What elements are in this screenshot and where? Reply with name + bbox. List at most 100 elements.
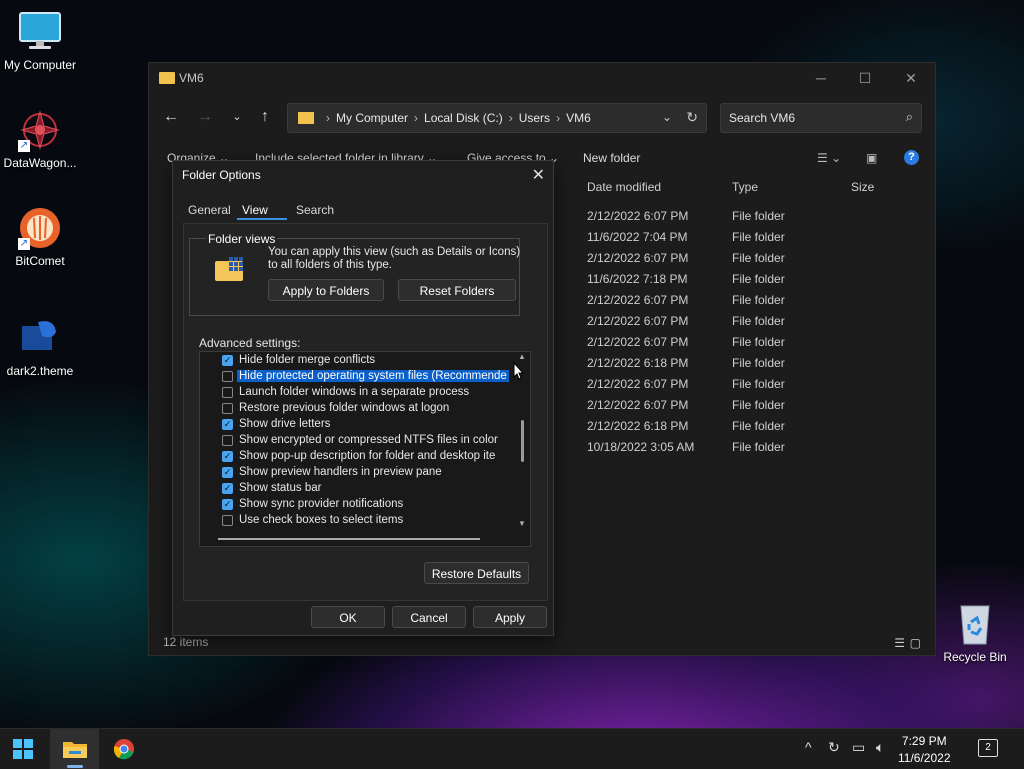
ok-button[interactable]: OK: [311, 606, 385, 628]
help-icon[interactable]: ?: [904, 150, 919, 165]
row-date: 11/6/2022 7:18 PM: [587, 272, 688, 286]
chrome-icon[interactable]: [113, 738, 135, 763]
list-item[interactable]: ✓ Show preview handlers in preview pane: [222, 466, 517, 481]
cancel-button[interactable]: Cancel: [392, 606, 466, 628]
tab-view[interactable]: View: [242, 203, 268, 217]
column-header-size[interactable]: Size: [851, 180, 874, 194]
search-icon: ⌕: [905, 109, 913, 124]
checkbox[interactable]: [222, 515, 233, 526]
checkbox[interactable]: ✓: [222, 419, 233, 430]
table-row[interactable]: 2/12/2022 6:07 PM File folder: [587, 289, 927, 310]
desktop-icon-datawagon[interactable]: ↗ DataWagon...: [0, 108, 80, 170]
table-row[interactable]: 11/6/2022 7:18 PM File folder: [587, 268, 927, 289]
checkbox[interactable]: [222, 435, 233, 446]
list-item[interactable]: ✓ Show sync provider notifications: [222, 498, 517, 513]
apply-to-folders-button[interactable]: Apply to Folders: [268, 279, 384, 301]
breadcrumb-item[interactable]: Local Disk (C:): [424, 111, 503, 125]
desktop-icon-bitcomet[interactable]: ↗ BitComet: [0, 206, 80, 268]
desktop-icon-recycle-bin[interactable]: Recycle Bin: [935, 602, 1015, 664]
scroll-down-icon[interactable]: ▼: [518, 519, 526, 528]
checkbox[interactable]: ✓: [222, 499, 233, 510]
folder-icon: [159, 72, 175, 84]
list-item[interactable]: ✓ Hide folder merge conflicts: [222, 354, 517, 369]
advanced-settings-label: Advanced settings:: [199, 336, 301, 350]
breadcrumb-item[interactable]: My Computer: [336, 111, 408, 125]
setting-label: Restore previous folder windows at logon: [239, 402, 450, 414]
checkbox[interactable]: [222, 403, 233, 414]
checkbox[interactable]: [222, 387, 233, 398]
table-row[interactable]: 2/12/2022 6:07 PM File folder: [587, 247, 927, 268]
sync-icon[interactable]: ↻: [828, 739, 840, 756]
minimize-button[interactable]: ─: [811, 69, 831, 87]
list-item[interactable]: ✓ Show drive letters: [222, 418, 517, 433]
apply-button[interactable]: Apply: [473, 606, 547, 628]
advanced-settings-list[interactable]: ✓ Hide folder merge conflicts Hide protect…: [199, 351, 531, 547]
close-icon[interactable]: ✕: [532, 165, 545, 185]
volume-icon[interactable]: 🔈︎: [876, 739, 884, 756]
table-row[interactable]: 2/12/2022 6:07 PM File folder: [587, 205, 927, 226]
windows-start-icon[interactable]: [13, 739, 33, 762]
row-type: File folder: [732, 419, 785, 433]
breadcrumb-item[interactable]: VM6: [566, 111, 591, 125]
clock-date: 11/6/2022: [898, 751, 951, 765]
address-bar[interactable]: › My Computer › Local Disk (C:) › Users …: [287, 103, 707, 133]
column-header-type[interactable]: Type: [732, 180, 758, 194]
checkbox[interactable]: [222, 371, 233, 382]
recent-chevron-icon[interactable]: ⌄: [227, 107, 247, 127]
table-row[interactable]: 11/6/2022 7:04 PM File folder: [587, 226, 927, 247]
table-row[interactable]: 10/18/2022 3:05 AM File folder: [587, 436, 927, 457]
close-button[interactable]: ✕: [901, 69, 921, 87]
forward-arrow-icon[interactable]: →: [195, 107, 215, 127]
breadcrumb: › My Computer › Local Disk (C:) › Users …: [320, 111, 591, 125]
tiles-view-icon[interactable]: ▢: [910, 636, 921, 650]
notifications-icon[interactable]: 2: [978, 739, 998, 757]
list-item[interactable]: Hide protected operating system files (R…: [222, 370, 517, 385]
restore-defaults-button[interactable]: Restore Defaults: [424, 562, 529, 584]
horizontal-scrollbar[interactable]: [218, 538, 480, 540]
list-item[interactable]: ✓ Show pop-up description for folder and …: [222, 450, 517, 465]
desktop-icon-dark2-theme[interactable]: dark2.theme: [0, 316, 80, 378]
desktop-icon-my-computer[interactable]: My Computer: [0, 10, 80, 72]
taskbar-clock[interactable]: 7:29 PM 11/6/2022: [898, 733, 951, 767]
table-row[interactable]: 2/12/2022 6:07 PM File folder: [587, 373, 927, 394]
reset-folders-button[interactable]: Reset Folders: [398, 279, 516, 301]
checkbox[interactable]: ✓: [222, 451, 233, 462]
table-row[interactable]: 2/12/2022 6:18 PM File folder: [587, 415, 927, 436]
list-item[interactable]: Use check boxes to select items: [222, 514, 517, 529]
table-row[interactable]: 2/12/2022 6:07 PM File folder: [587, 394, 927, 415]
list-item[interactable]: Launch folder windows in a separate proc…: [222, 386, 517, 401]
setting-label: Show drive letters: [239, 418, 331, 430]
scrollbar-thumb[interactable]: [521, 420, 524, 462]
list-item[interactable]: Show encrypted or compressed NTFS files …: [222, 434, 517, 449]
checkbox[interactable]: ✓: [222, 355, 233, 366]
chevron-up-icon[interactable]: ^: [805, 739, 812, 755]
refresh-icon[interactable]: ↻: [686, 109, 698, 126]
network-icon[interactable]: ▭: [852, 739, 865, 756]
tab-general[interactable]: General: [188, 203, 231, 217]
explorer-titlebar[interactable]: VM6 ─ ☐ ✕: [149, 63, 935, 93]
scroll-up-icon[interactable]: ▲: [518, 352, 526, 361]
column-header-date[interactable]: Date modified: [587, 180, 661, 194]
theme-file-icon: [18, 316, 62, 360]
table-row[interactable]: 2/12/2022 6:18 PM File folder: [587, 352, 927, 373]
preview-pane-icon[interactable]: ▣: [866, 151, 877, 165]
details-view-icon[interactable]: ☰: [894, 636, 905, 650]
taskbar-file-explorer[interactable]: [50, 729, 99, 769]
back-arrow-icon[interactable]: ←: [161, 107, 181, 127]
maximize-button[interactable]: ☐: [855, 69, 875, 87]
row-type: File folder: [732, 209, 785, 223]
chevron-down-icon[interactable]: ⌄: [662, 110, 672, 124]
tab-search[interactable]: Search: [296, 203, 334, 217]
list-item[interactable]: Restore previous folder windows at logon: [222, 402, 517, 417]
checkbox[interactable]: ✓: [222, 467, 233, 478]
up-arrow-icon[interactable]: ↑: [255, 107, 275, 127]
search-input[interactable]: Search VM6 ⌕: [720, 103, 922, 133]
view-options-icon[interactable]: ☰ ⌄: [817, 151, 841, 165]
checkbox[interactable]: ✓: [222, 483, 233, 494]
desktop-icon-label: My Computer: [3, 58, 77, 72]
list-item[interactable]: ✓ Show status bar: [222, 482, 517, 497]
table-row[interactable]: 2/12/2022 6:07 PM File folder: [587, 310, 927, 331]
new-folder-button[interactable]: New folder: [583, 151, 640, 165]
breadcrumb-item[interactable]: Users: [519, 111, 550, 125]
table-row[interactable]: 2/12/2022 6:07 PM File folder: [587, 331, 927, 352]
